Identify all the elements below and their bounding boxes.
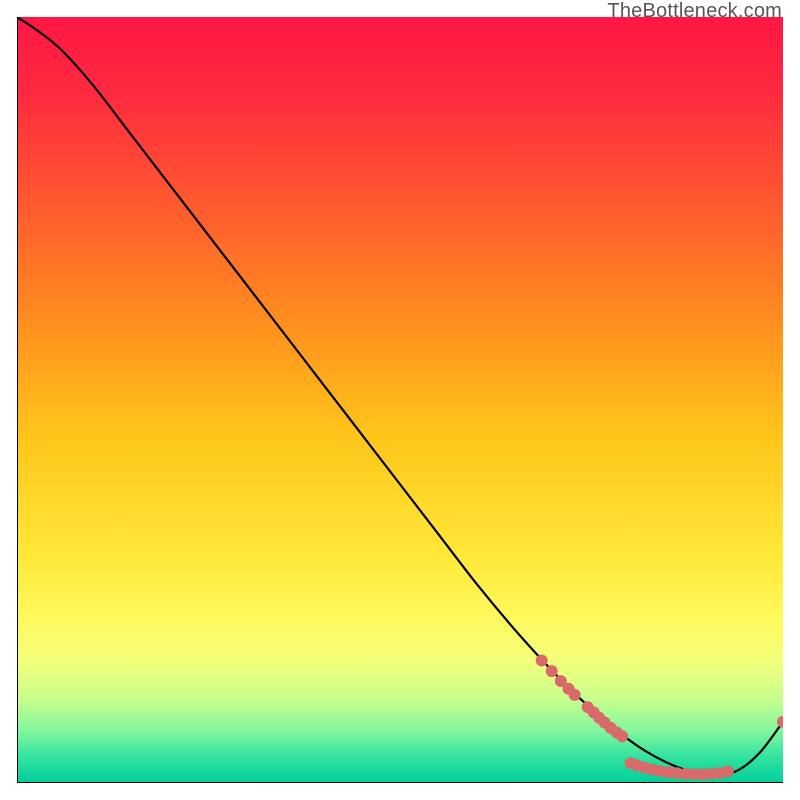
gradient-background [17, 17, 783, 783]
data-point [536, 654, 548, 666]
chart-stage: TheBottleneck.com [0, 0, 800, 800]
bottleneck-chart [17, 17, 783, 783]
data-point [616, 730, 628, 742]
plot-area [17, 17, 783, 783]
data-point [569, 689, 581, 701]
data-point [722, 766, 734, 778]
data-point [546, 665, 558, 677]
watermark-label: TheBottleneck.com [607, 0, 782, 23]
